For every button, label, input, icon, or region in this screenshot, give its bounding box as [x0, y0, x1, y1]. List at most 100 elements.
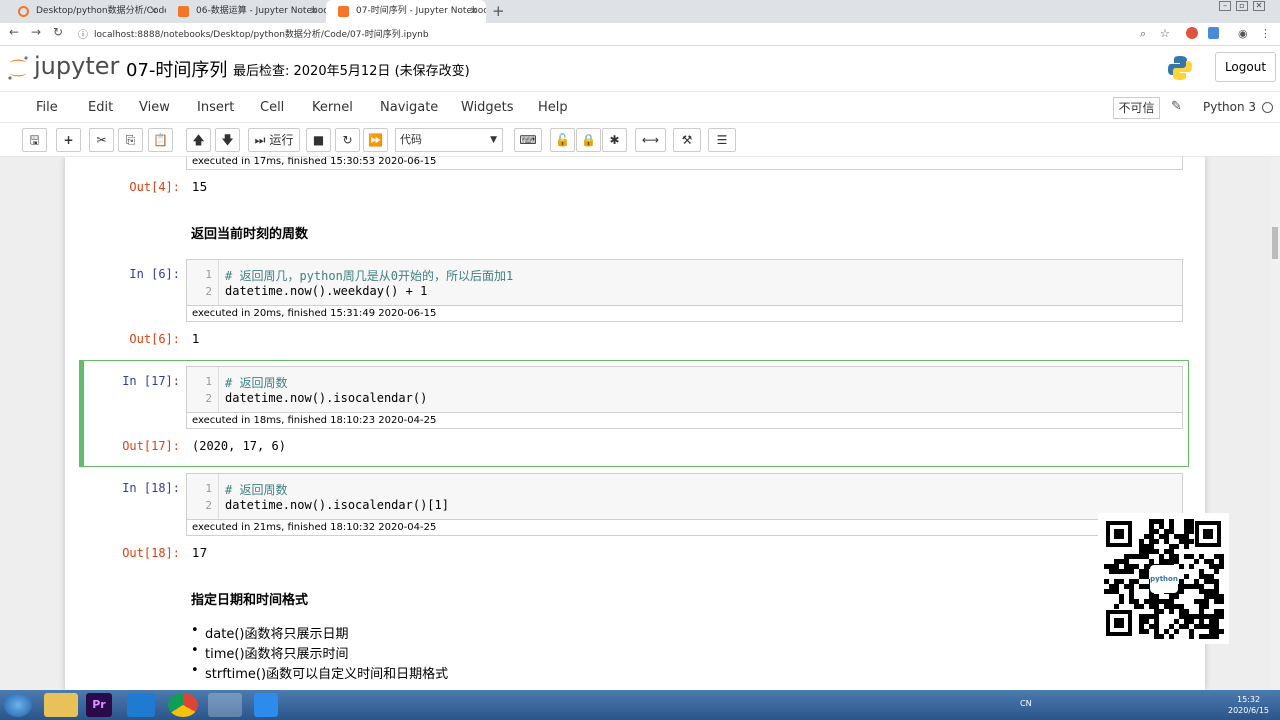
chrome-icon[interactable] — [168, 693, 198, 717]
line-number: 1 — [205, 375, 212, 388]
menu-view[interactable]: View — [139, 100, 170, 115]
unlock-icon[interactable]: 🔓 — [550, 128, 575, 152]
new-tab-button[interactable]: + — [492, 2, 505, 20]
cut-icon[interactable]: ✂ — [89, 128, 114, 152]
jupyter-wordmark[interactable]: jupyter — [34, 52, 119, 80]
list-icon[interactable]: ☰ — [708, 128, 736, 152]
notebook-title[interactable]: 07-时间序列 — [126, 56, 227, 82]
menu-cell[interactable]: Cell — [260, 100, 284, 115]
browser-tab-2[interactable]: 06-数据运算 - Jupyter Notebook ✕ — [166, 0, 326, 23]
start-button[interactable] — [4, 693, 32, 717]
stop-icon[interactable]: ■ — [306, 128, 331, 152]
scrollbar-thumb[interactable] — [1272, 227, 1278, 259]
execution-time: executed in 18ms, finished 18:10:23 2020… — [186, 413, 1183, 429]
close-icon[interactable]: ✕ — [150, 0, 158, 23]
output-text: 15 — [192, 180, 208, 194]
save-icon[interactable]: 🖫 — [22, 128, 47, 152]
list-item: time()函数将只展示时间 — [191, 643, 348, 662]
input-language[interactable]: CN — [1020, 699, 1032, 708]
tab-title: Desktop/python数据分析/Code/ — [36, 6, 166, 16]
move-down-icon[interactable]: 🡇 — [215, 128, 240, 152]
minimize-button[interactable]: – — [1219, 1, 1231, 11]
vscode-icon[interactable] — [127, 693, 155, 717]
code-cell-input[interactable]: 1 2 # 返回周数 datetime.now().isocalendar() — [186, 366, 1183, 413]
vertical-scrollbar[interactable] — [1270, 157, 1280, 690]
run-icon: ⏭ — [254, 133, 266, 147]
paste-icon[interactable]: 📋 — [148, 128, 173, 152]
premiere-icon[interactable]: Pr — [86, 693, 112, 717]
file-explorer-icon[interactable] — [44, 693, 78, 717]
logout-button[interactable]: Logout — [1215, 52, 1276, 82]
out-prompt: Out[4]: — [129, 180, 180, 194]
asterisk-icon[interactable]: ✱ — [602, 128, 627, 152]
back-icon[interactable]: ← — [9, 25, 19, 39]
code-cell-input[interactable]: 1 2 # 返回周几，python周几是从0开始的，所以后面加1 datetim… — [186, 259, 1183, 306]
code-line: # 返回周几，python周几是从0开始的，所以后面加1 — [225, 269, 514, 283]
info-icon[interactable]: ⓘ — [78, 26, 88, 41]
code-line: datetime.now().isocalendar() — [225, 391, 428, 405]
list-item: strftime()函数可以自定义时间和日期格式 — [191, 663, 448, 682]
run-label: 运行 — [269, 133, 294, 147]
maximize-button[interactable]: ▫ — [1236, 1, 1248, 11]
code-cell-input[interactable]: 1 2 # 返回周数 datetime.now().isocalendar()[… — [186, 473, 1183, 520]
checkpoint-text: 最后检查: 2020年5月12日 — [233, 64, 391, 79]
resize-horizontal-icon[interactable]: ⟷ — [635, 128, 666, 152]
in-prompt: In [18]: — [122, 481, 180, 495]
in-prompt: In [6]: — [129, 267, 180, 281]
browser-tab-1[interactable]: Desktop/python数据分析/Code/ ✕ — [6, 0, 166, 23]
forward-icon[interactable]: → — [31, 25, 41, 39]
out-prompt: Out[18]: — [122, 546, 180, 560]
account-icon[interactable]: ◉ — [1238, 27, 1248, 40]
insert-cell-icon[interactable]: + — [56, 128, 81, 152]
reload-icon[interactable]: ↻ — [53, 25, 63, 39]
trust-button[interactable]: 不可信 — [1113, 97, 1160, 119]
fast-forward-icon[interactable]: ⏩ — [363, 128, 388, 152]
menu-navigate[interactable]: Navigate — [380, 100, 438, 115]
execution-time: executed in 21ms, finished 18:10:32 2020… — [186, 520, 1183, 536]
browser-tab-3-active[interactable]: 07-时间序列 - Jupyter Notebook ✕ — [326, 0, 486, 23]
restart-icon[interactable]: ↻ — [335, 128, 360, 152]
shield-extension-icon[interactable] — [1208, 27, 1219, 39]
keyboard-icon[interactable]: ⌨ — [514, 128, 542, 152]
url-field[interactable]: localhost:8888/notebooks/Desktop/python数… — [94, 27, 429, 40]
more-menu-icon[interactable]: ⋮ — [1260, 27, 1271, 40]
output-text: 17 — [192, 546, 208, 560]
taskbar-app-icon[interactable] — [208, 693, 242, 717]
close-window-button[interactable]: ✕ — [1253, 1, 1265, 11]
menu-bar: File Edit View Insert Cell Kernel Naviga… — [0, 91, 1280, 123]
zoom-icon[interactable]: ⌕ — [1140, 27, 1146, 41]
tab-title: 07-时间序列 - Jupyter Notebook — [356, 6, 486, 16]
code-line: # 返回周数 — [225, 376, 288, 390]
cell-type-select[interactable]: 代码 ▼ — [395, 128, 503, 152]
run-button[interactable]: ⏭ 运行 — [248, 128, 300, 152]
markdown-heading: 指定日期和时间格式 — [191, 593, 309, 608]
menu-help[interactable]: Help — [538, 100, 568, 115]
line-gutter: 1 2 — [187, 474, 219, 519]
menu-widgets[interactable]: Widgets — [461, 100, 514, 115]
hammer-icon[interactable]: ⚒ — [673, 128, 701, 152]
menu-edit[interactable]: Edit — [88, 100, 113, 115]
copy-icon[interactable]: ⎘ — [118, 128, 143, 152]
out-prompt: Out[6]: — [129, 332, 180, 346]
clock[interactable]: 15:32 2020/6/15 — [1228, 694, 1269, 716]
notebook-scroll-area[interactable]: executed in 17ms, finished 15:30:53 2020… — [0, 157, 1270, 690]
close-icon[interactable]: ✕ — [310, 0, 318, 23]
lock-icon[interactable]: 🔒 — [576, 128, 601, 152]
bookmark-star-icon[interactable]: ☆ — [1160, 27, 1170, 40]
menu-insert[interactable]: Insert — [197, 100, 234, 115]
close-icon[interactable]: ✕ — [470, 0, 478, 23]
extension-icon[interactable] — [1186, 27, 1198, 39]
menu-file[interactable]: File — [36, 100, 58, 115]
output-text: (2020, 17, 6) — [192, 439, 286, 453]
line-gutter: 1 2 — [187, 367, 219, 412]
execution-time: executed in 17ms, finished 15:30:53 2020… — [186, 157, 1183, 170]
markdown-heading: 返回当前时刻的周数 — [191, 227, 309, 242]
notebook-toolbar: 🖫 + ✂ ⎘ 📋 🡅 🡇 ⏭ 运行 ■ ↻ ⏩ 代码 ▼ ⌨ 🔓 🔒 ✱ ⟷ ⚒… — [0, 123, 1280, 157]
output-text: 1 — [192, 332, 200, 346]
move-up-icon[interactable]: 🡅 — [186, 128, 211, 152]
pencil-icon[interactable]: ✎ — [1171, 99, 1182, 114]
jupyter-logo-icon[interactable] — [6, 55, 30, 81]
menu-kernel[interactable]: Kernel — [312, 100, 353, 115]
taskbar-app-icon[interactable] — [254, 693, 278, 717]
browser-tab-bar: Desktop/python数据分析/Code/ ✕ 06-数据运算 - Jup… — [0, 0, 1280, 23]
